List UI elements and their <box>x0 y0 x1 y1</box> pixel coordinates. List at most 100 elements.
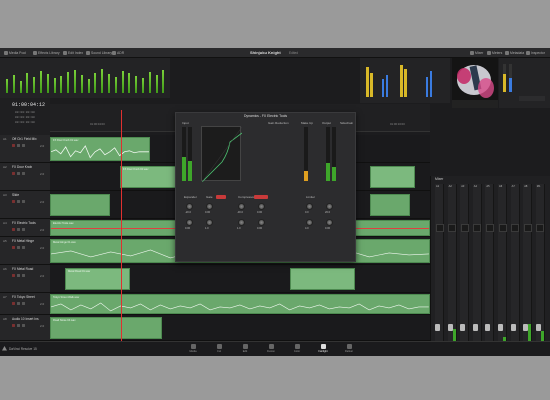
solo-button[interactable] <box>17 228 20 231</box>
solo-button[interactable] <box>17 200 20 203</box>
track-volume[interactable]: 2.0 <box>40 200 44 204</box>
track-name[interactable]: FX Metal Hinge <box>12 239 34 243</box>
compressor-enable-toggle[interactable] <box>254 195 268 199</box>
track-volume[interactable]: 2.0 <box>40 172 44 176</box>
plugin-knob[interactable] <box>258 219 265 226</box>
sound-library-button[interactable]: Sound Library <box>86 50 112 56</box>
page-tab-cut[interactable]: Cut <box>206 343 232 356</box>
eq-curve-thumbnail[interactable] <box>498 224 507 232</box>
track-name[interactable]: Off Ch1 Field Mix <box>12 137 37 141</box>
plugin-knob[interactable] <box>306 203 313 210</box>
record-button[interactable] <box>12 172 15 175</box>
plugin-knob[interactable] <box>306 219 313 226</box>
page-tab-fusion[interactable]: Fusion <box>258 343 284 356</box>
channel-fader[interactable] <box>447 324 453 331</box>
record-button[interactable] <box>12 246 15 249</box>
page-tab-deliver[interactable]: Deliver <box>336 343 362 356</box>
track-header-a4[interactable]: A4 FX Electric Tools 2.0 <box>0 219 50 237</box>
eq-curve-thumbnail[interactable] <box>448 224 457 232</box>
track-name[interactable]: Audio 10 Insert Ins <box>12 317 39 321</box>
gate-enable-toggle[interactable] <box>216 195 226 199</box>
page-tab-edit[interactable]: Edit <box>232 343 258 356</box>
plugin-knob[interactable] <box>206 203 213 210</box>
track-volume[interactable]: 2.0 <box>40 228 44 232</box>
channel-fader[interactable] <box>510 324 516 331</box>
record-button[interactable] <box>12 274 15 277</box>
solo-button[interactable] <box>17 274 20 277</box>
track-header-a5[interactable]: A5 FX Metal Hinge 2.0 <box>0 237 50 265</box>
record-button[interactable] <box>12 228 15 231</box>
record-button[interactable] <box>12 324 15 327</box>
audio-clip[interactable]: Road Noise 04.wav <box>50 317 162 339</box>
plugin-knob[interactable] <box>186 219 193 226</box>
solo-button[interactable] <box>17 246 20 249</box>
track-header-a1[interactable]: A1 Off Ch1 Field Mix 2.0 <box>0 135 50 163</box>
solo-button[interactable] <box>17 172 20 175</box>
eq-curve-thumbnail[interactable] <box>460 224 469 232</box>
media-pool-button[interactable]: Media Pool <box>4 50 26 56</box>
track-volume[interactable]: 2.0 <box>40 274 44 278</box>
track-volume[interactable]: 2.0 <box>40 144 44 148</box>
eq-curve-thumbnail[interactable] <box>485 224 494 232</box>
mute-button[interactable] <box>22 324 25 327</box>
mute-button[interactable] <box>22 200 25 203</box>
track-volume[interactable]: 2.0 <box>40 246 44 250</box>
transfer-curve-graph[interactable] <box>201 126 243 183</box>
channel-fader[interactable] <box>460 324 466 331</box>
mute-button[interactable] <box>22 274 25 277</box>
metadata-button[interactable]: Metadata <box>505 50 524 56</box>
audio-clip[interactable] <box>370 194 410 216</box>
solo-button[interactable] <box>17 302 20 305</box>
meters-toggle-button[interactable]: Meters <box>487 50 502 56</box>
plugin-knob[interactable] <box>238 219 245 226</box>
channel-fader[interactable] <box>498 324 503 331</box>
solo-button[interactable] <box>17 144 20 147</box>
video-viewer[interactable] <box>452 58 498 108</box>
track-header-a6[interactable]: A6 FX Metal Road 2.0 <box>0 265 50 293</box>
eq-curve-thumbnail[interactable] <box>473 224 482 232</box>
mute-button[interactable] <box>22 144 25 147</box>
eq-curve-thumbnail[interactable] <box>435 224 444 232</box>
track-lane-a7[interactable]: Tokyo Street Walk.wav <box>50 293 430 315</box>
track-header-a3[interactable]: A3 Slide 2.0 <box>0 191 50 219</box>
plugin-knob[interactable] <box>206 219 213 226</box>
track-volume[interactable]: 2.0 <box>40 324 44 328</box>
track-volume[interactable]: 2.0 <box>40 302 44 306</box>
page-tab-media[interactable]: Media <box>180 343 206 356</box>
plugin-knob[interactable] <box>326 219 333 226</box>
channel-fader[interactable] <box>485 324 491 331</box>
plugin-knob[interactable] <box>326 203 333 210</box>
eq-curve-thumbnail[interactable] <box>523 224 532 232</box>
record-button[interactable] <box>12 144 15 147</box>
inspector-button[interactable]: Inspector <box>526 50 545 56</box>
track-name[interactable]: FX Tokyo Street <box>12 295 35 299</box>
solo-button[interactable] <box>17 324 20 327</box>
mute-button[interactable] <box>22 246 25 249</box>
mute-button[interactable] <box>22 228 25 231</box>
channel-fader[interactable] <box>472 324 478 331</box>
page-tab-fairlight[interactable]: Fairlight <box>310 343 336 356</box>
mixer-toggle-button[interactable]: Mixer <box>470 50 483 56</box>
audio-clip[interactable] <box>370 166 415 188</box>
audio-clip[interactable]: Tokyo Street Walk.wav <box>50 294 430 314</box>
track-name[interactable]: FX Metal Road <box>12 267 33 271</box>
eq-curve-thumbnail[interactable] <box>536 224 545 232</box>
channel-fader[interactable] <box>535 324 541 331</box>
track-header-a7[interactable]: A7 FX Tokyo Street 2.0 <box>0 293 50 315</box>
record-button[interactable] <box>12 302 15 305</box>
audio-clip[interactable] <box>290 268 355 290</box>
edit-index-button[interactable]: Edit Index <box>63 50 83 56</box>
effects-library-button[interactable]: Effects Library <box>33 50 60 56</box>
channel-fader[interactable] <box>435 324 440 331</box>
plugin-knob[interactable] <box>186 203 193 210</box>
audio-clip[interactable]: FX Door Knob 02.wav <box>120 166 180 188</box>
track-lane-a8[interactable]: Road Noise 04.wav <box>50 315 430 341</box>
track-name[interactable]: Slide <box>12 193 19 197</box>
track-name[interactable]: FX Door Knob <box>12 165 32 169</box>
page-tab-color[interactable]: Color <box>284 343 310 356</box>
audio-clip[interactable]: FX Door Knob 01.wav <box>50 137 150 161</box>
track-header-a8[interactable]: A8 Audio 10 Insert Ins 2.0 <box>0 315 50 341</box>
adr-button[interactable]: ADR <box>112 50 124 56</box>
record-button[interactable] <box>12 200 15 203</box>
audio-clip[interactable] <box>50 194 110 216</box>
